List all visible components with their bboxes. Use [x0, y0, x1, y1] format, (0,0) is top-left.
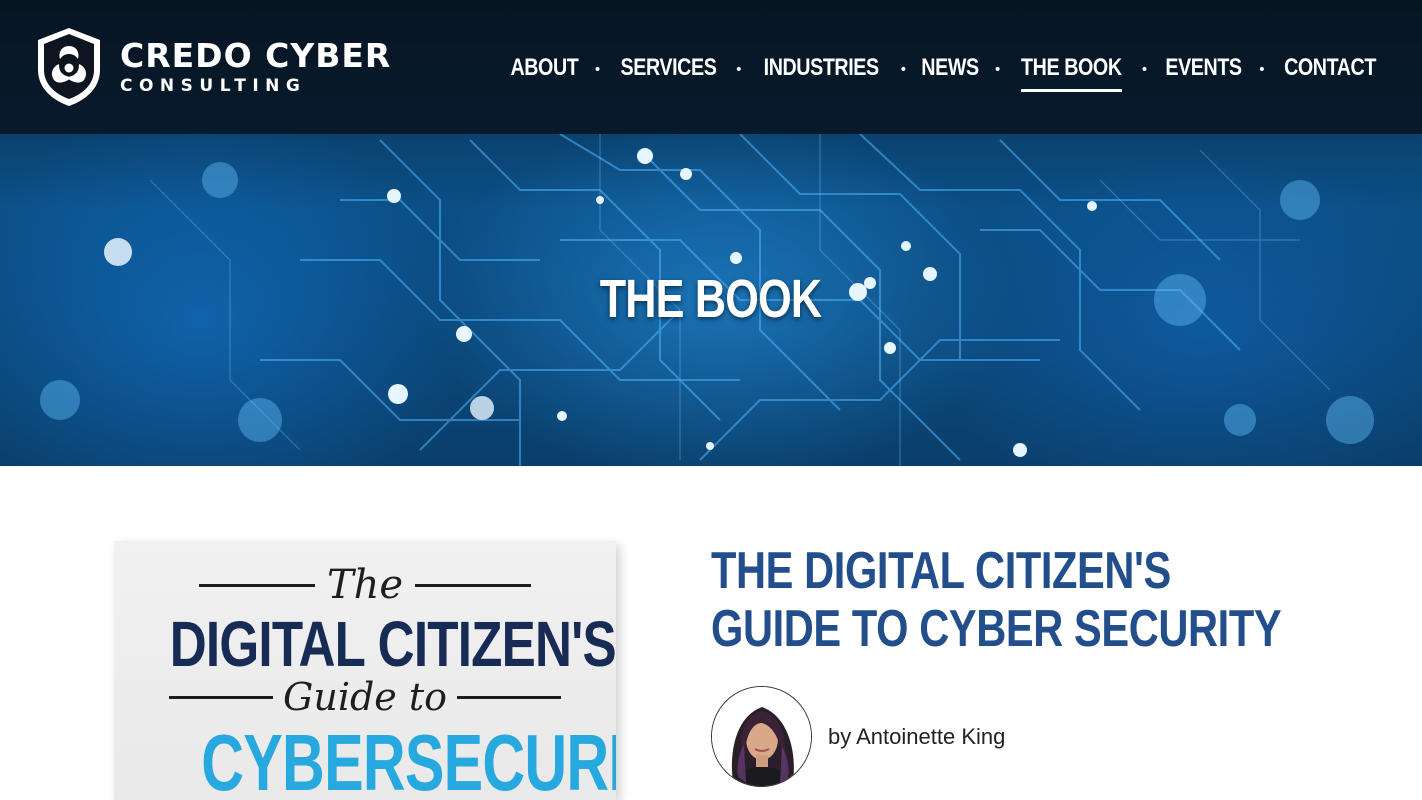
nav-separator: •: [734, 62, 743, 78]
author-avatar: [711, 686, 812, 787]
cover-rule-right: [457, 695, 562, 699]
book-cover-image: The DIGITAL CITIZEN'S Guide to CYBERSECU…: [114, 541, 616, 800]
logo-name-line1: CREDO CYBER: [120, 35, 392, 75]
nav-separator: •: [593, 62, 602, 78]
logo-name-line2: CONSULTING: [120, 75, 307, 96]
nav-separator: •: [993, 62, 1002, 78]
main-nav: ABOUT • SERVICES • INDUSTRIES • NEWS • T…: [503, 50, 1386, 92]
author-name: by Antoinette King: [828, 723, 1006, 749]
nav-item-the-book[interactable]: THE BOOK: [1020, 54, 1122, 92]
cover-guide-text: Guide to: [282, 675, 448, 719]
nav-item-news[interactable]: NEWS: [922, 54, 980, 86]
book-title-line2: GUIDE TO CYBER SECURITY: [711, 600, 1282, 658]
book-title: THE DIGITAL CITIZEN'S GUIDE TO CYBER SEC…: [711, 542, 1282, 658]
nav-separator: •: [1257, 62, 1266, 78]
cover-cybersecurity: CYBERSECURITY: [114, 717, 616, 800]
biohazard-shield-icon: [38, 28, 100, 106]
nav-item-events[interactable]: EVENTS: [1165, 54, 1242, 86]
nav-item-contact[interactable]: CONTACT: [1284, 54, 1376, 86]
nav-separator: •: [1140, 62, 1149, 78]
book-title-line1: THE DIGITAL CITIZEN'S: [711, 542, 1171, 600]
page-title-text: THE BOOK: [600, 269, 822, 329]
author-byline: by Antoinette King: [711, 686, 1005, 787]
hero-banner: CREDO CYBER CONSULTING ABOUT • SERVICES …: [0, 0, 1422, 466]
site-logo[interactable]: CREDO CYBER CONSULTING: [34, 26, 390, 108]
nav-item-about[interactable]: ABOUT: [510, 54, 578, 86]
author-photo: [712, 687, 811, 786]
cover-rule-right: [415, 583, 532, 587]
cover-cybersecurity-text: CYBERSECURITY: [201, 718, 616, 800]
nav-separator: •: [899, 62, 908, 78]
nav-item-industries[interactable]: INDUSTRIES: [763, 54, 879, 86]
cover-rule-left: [198, 583, 315, 587]
cover-the-text: The: [326, 562, 404, 608]
cover-rule-left: [168, 695, 273, 699]
nav-item-services[interactable]: SERVICES: [620, 54, 716, 86]
cover-digital-citizens-text: DIGITAL CITIZEN'S: [169, 608, 616, 680]
cover-digital-citizens: DIGITAL CITIZEN'S: [114, 607, 616, 681]
site-header: CREDO CYBER CONSULTING ABOUT • SERVICES …: [0, 0, 1422, 134]
page-title: THE BOOK: [0, 268, 1422, 330]
